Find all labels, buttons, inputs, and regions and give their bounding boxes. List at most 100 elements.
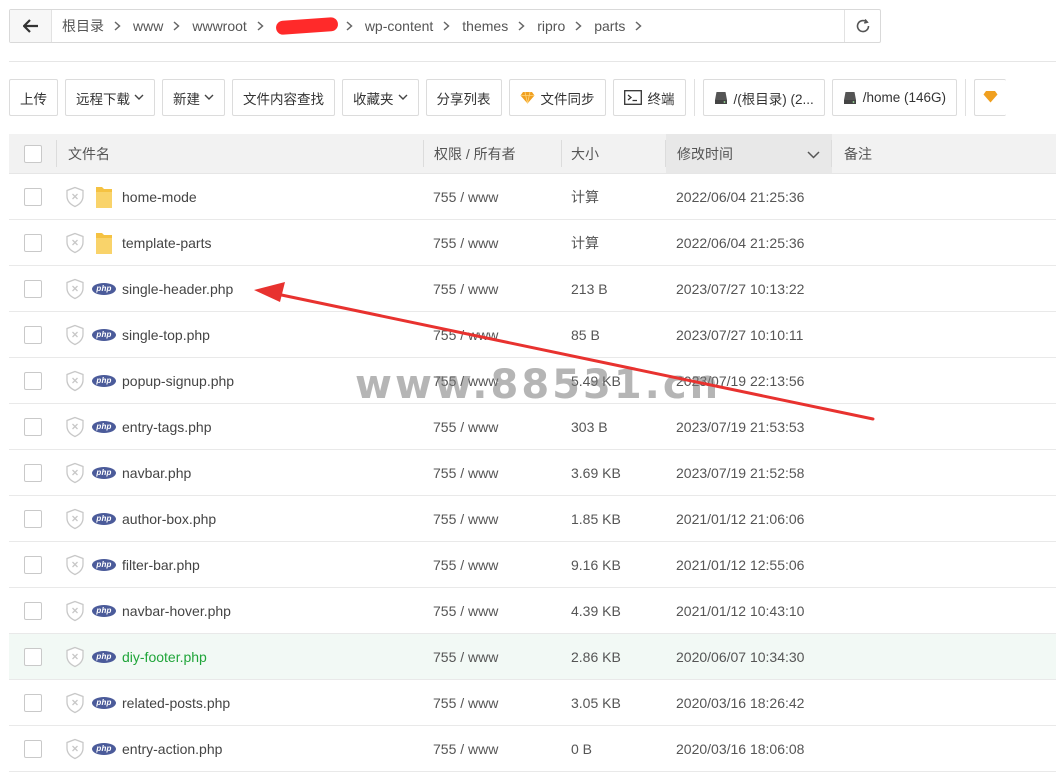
header-size[interactable]: 大小 [562, 134, 666, 173]
note-cell[interactable] [832, 542, 1056, 587]
breadcrumb-item-parts[interactable]: parts [592, 18, 631, 34]
share-list-button[interactable]: 分享列表 [425, 79, 502, 116]
perm-cell[interactable]: 755 / www [424, 680, 562, 725]
note-cell[interactable] [832, 358, 1056, 403]
size-cell[interactable]: 计算 [562, 174, 666, 219]
perm-cell[interactable]: 755 / www [424, 542, 562, 587]
perm-cell[interactable]: 755 / www [424, 726, 562, 771]
terminal-button[interactable]: 终端 [612, 79, 686, 116]
remote-download-button[interactable]: 远程下载 [65, 79, 155, 116]
file-name[interactable]: navbar-hover.php [122, 603, 231, 619]
row-checkbox[interactable] [24, 463, 42, 482]
favorites-button[interactable]: 收藏夹 [342, 79, 419, 116]
note-cell[interactable] [832, 220, 1056, 265]
file-name[interactable]: template-parts [122, 235, 211, 251]
table-row[interactable]: php single-top.php 755 / www 85 B 2023/07/27… [9, 312, 1056, 358]
note-cell[interactable] [832, 496, 1056, 541]
row-checkbox[interactable] [24, 417, 42, 436]
row-checkbox[interactable] [24, 187, 42, 206]
breadcrumb-item-themes[interactable]: themes [460, 18, 514, 34]
row-checkbox[interactable] [24, 601, 42, 620]
file-name[interactable]: entry-action.php [122, 741, 222, 757]
perm-cell[interactable]: 755 / www [424, 358, 562, 403]
row-checkbox[interactable] [24, 325, 42, 344]
more-button[interactable] [974, 79, 1007, 116]
row-checkbox[interactable] [24, 693, 42, 712]
content-search-button[interactable]: 文件内容查找 [232, 79, 335, 116]
header-name[interactable]: 文件名 [57, 134, 424, 173]
file-name[interactable]: diy-footer.php [122, 649, 207, 665]
perm-cell[interactable]: 755 / www [424, 496, 562, 541]
protection-shield-icon[interactable] [65, 508, 87, 530]
note-cell[interactable] [832, 680, 1056, 725]
protection-shield-icon[interactable] [65, 600, 87, 622]
perm-cell[interactable]: 755 / www [424, 588, 562, 633]
back-button[interactable] [10, 10, 52, 42]
table-row[interactable]: php navbar.php 755 / www 3.69 KB 2023/07/19 … [9, 450, 1056, 496]
table-row[interactable]: php filter-bar.php 755 / www 9.16 KB 2021/01… [9, 542, 1056, 588]
perm-cell[interactable]: 755 / www [424, 220, 562, 265]
protection-shield-icon[interactable] [65, 416, 87, 438]
perm-cell[interactable]: 755 / www [424, 174, 562, 219]
new-button[interactable]: 新建 [162, 79, 225, 116]
note-cell[interactable] [832, 174, 1056, 219]
upload-button[interactable]: 上传 [9, 79, 58, 116]
file-name[interactable]: related-posts.php [122, 695, 230, 711]
note-cell[interactable] [832, 588, 1056, 633]
table-row[interactable]: php entry-tags.php 755 / www 303 B 2023/07/1… [9, 404, 1056, 450]
breadcrumb-item-ripro[interactable]: ripro [535, 18, 571, 34]
header-mtime[interactable]: 修改时间 [666, 134, 832, 173]
refresh-button[interactable] [844, 10, 880, 42]
row-checkbox[interactable] [24, 279, 42, 298]
table-row[interactable]: php related-posts.php 755 / www 3.05 KB 2020… [9, 680, 1056, 726]
file-name[interactable]: home-mode [122, 189, 197, 205]
file-name[interactable]: author-box.php [122, 511, 216, 527]
row-checkbox[interactable] [24, 509, 42, 528]
header-perm[interactable]: 权限 / 所有者 [424, 134, 562, 173]
table-row[interactable]: php navbar-hover.php 755 / www 4.39 KB 2021/… [9, 588, 1056, 634]
breadcrumb-item-wp-content[interactable]: wp-content [363, 18, 439, 34]
breadcrumb-item-wwwroot[interactable]: wwwroot [190, 18, 252, 34]
note-cell[interactable] [832, 404, 1056, 449]
perm-cell[interactable]: 755 / www [424, 404, 562, 449]
perm-cell[interactable]: 755 / www [424, 450, 562, 495]
table-row[interactable]: php popup-signup.php 755 / www 5.49 KB 2023/… [9, 358, 1056, 404]
row-checkbox[interactable] [24, 233, 42, 252]
row-checkbox[interactable] [24, 739, 42, 758]
file-sync-button[interactable]: 文件同步 [508, 79, 606, 116]
protection-shield-icon[interactable] [65, 692, 87, 714]
protection-shield-icon[interactable] [65, 738, 87, 760]
protection-shield-icon[interactable] [65, 646, 87, 668]
size-cell[interactable]: 计算 [562, 220, 666, 265]
table-row[interactable]: home-mode 755 / www 计算 2022/06/04 21:25:36 [9, 174, 1056, 220]
file-name[interactable]: navbar.php [122, 465, 191, 481]
table-row[interactable]: template-parts 755 / www 计算 2022/06/04 21:2… [9, 220, 1056, 266]
breadcrumb-item-www[interactable]: www [131, 18, 169, 34]
note-cell[interactable] [832, 634, 1056, 679]
file-name[interactable]: single-header.php [122, 281, 233, 297]
select-all-checkbox[interactable] [24, 144, 42, 163]
protection-shield-icon[interactable] [65, 278, 87, 300]
table-row[interactable]: php single-header.php 755 / www 213 B 2023/0… [9, 266, 1056, 312]
file-name[interactable]: popup-signup.php [122, 373, 234, 389]
note-cell[interactable] [832, 726, 1056, 771]
disk-home-button[interactable]: /home (146G) [831, 79, 958, 116]
perm-cell[interactable]: 755 / www [424, 312, 562, 357]
file-name[interactable]: entry-tags.php [122, 419, 212, 435]
protection-shield-icon[interactable] [65, 232, 87, 254]
breadcrumb-item-root[interactable]: 根目录 [60, 16, 110, 36]
protection-shield-icon[interactable] [65, 462, 87, 484]
file-name[interactable]: filter-bar.php [122, 557, 200, 573]
table-row[interactable]: php entry-action.php 755 / www 0 B 2020/03/1… [9, 726, 1056, 772]
protection-shield-icon[interactable] [65, 370, 87, 392]
protection-shield-icon[interactable] [65, 186, 87, 208]
file-name[interactable]: single-top.php [122, 327, 210, 343]
row-checkbox[interactable] [24, 371, 42, 390]
row-checkbox[interactable] [24, 555, 42, 574]
note-cell[interactable] [832, 266, 1056, 311]
perm-cell[interactable]: 755 / www [424, 634, 562, 679]
note-cell[interactable] [832, 450, 1056, 495]
protection-shield-icon[interactable] [65, 554, 87, 576]
note-cell[interactable] [832, 312, 1056, 357]
disk-root-button[interactable]: /(根目录) (2... [702, 79, 825, 116]
